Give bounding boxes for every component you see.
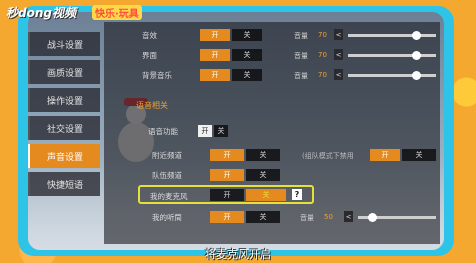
bgm-volume-value: 70 [318,71,327,79]
ui-volume-label: 音量 [294,52,308,60]
bgm-volume-label: 音量 [294,72,308,80]
ui-volume-decrease[interactable]: < [334,49,343,60]
help-icon[interactable]: ? [292,189,302,200]
sfx-volume-label: 音量 [294,32,308,40]
earpiece-off-toggle[interactable]: 关 [246,211,280,223]
video-caption: 将麦克风开启 [205,248,271,261]
team-mode-note: (组队模式下禁用 [302,152,354,160]
settings-sidebar: 战斗设置 画质设置 操作设置 社交设置 声音设置 快捷短语 [28,30,100,230]
bgm-volume-decrease[interactable]: < [334,69,343,80]
voice-function-on-toggle[interactable]: 开 [198,125,212,137]
sfx-slider-handle[interactable] [412,31,421,40]
my-earpiece-label: 我的听筒 [152,213,182,222]
team-off-toggle[interactable]: 关 [246,169,280,181]
sfx-off-toggle[interactable]: 关 [232,29,262,41]
sidebar-item-sound[interactable]: 声音设置 [28,144,100,168]
nearby-off-toggle[interactable]: 关 [246,149,280,161]
sidebar-item-combat[interactable]: 战斗设置 [28,32,100,56]
bgm-on-toggle[interactable]: 开 [200,69,230,81]
voice-function-label: 语音功能 [148,127,178,136]
mode-off-toggle[interactable]: 关 [402,149,436,161]
ui-sound-label: 界面 [142,51,157,60]
team-on-toggle[interactable]: 开 [210,169,244,181]
bgm-volume-slider[interactable] [348,74,436,77]
ui-sound-off-toggle[interactable]: 关 [232,49,262,61]
brand-badge: 快乐·玩具 [92,5,142,20]
voice-section-title: 语音相关 [136,101,168,110]
bgm-slider-handle[interactable] [412,71,421,80]
nearby-channel-label: 附近频道 [152,151,182,160]
sfx-volume-decrease[interactable]: < [334,29,343,40]
sidebar-item-quick-phrases[interactable]: 快捷短语 [28,172,100,196]
mic-on-toggle[interactable]: 开 [210,189,244,201]
sfx-volume-slider[interactable] [348,34,436,37]
site-logo: 秒dong视频 [6,6,76,20]
mode-on-toggle[interactable]: 开 [370,149,400,161]
nearby-on-toggle[interactable]: 开 [210,149,244,161]
ui-volume-value: 70 [318,51,327,59]
earpiece-on-toggle[interactable]: 开 [210,211,244,223]
earpiece-volume-value: 50 [324,213,333,221]
bgm-off-toggle[interactable]: 关 [232,69,262,81]
my-microphone-label: 我的麦克风 [150,192,188,201]
ui-slider-handle[interactable] [412,51,421,60]
team-channel-label: 队伍频道 [152,171,182,180]
sfx-label: 音效 [142,31,157,40]
sidebar-item-graphics[interactable]: 画质设置 [28,60,100,84]
ui-volume-slider[interactable] [348,54,436,57]
sidebar-item-controls[interactable]: 操作设置 [28,88,100,112]
earpiece-volume-label: 音量 [300,214,314,222]
sfx-on-toggle[interactable]: 开 [200,29,230,41]
earpiece-slider-handle[interactable] [368,213,377,222]
mic-off-toggle[interactable]: 关 [246,189,286,201]
bgm-label: 背景音乐 [142,71,172,80]
sidebar-item-social[interactable]: 社交设置 [28,116,100,140]
sound-settings-panel: 音效 开 关 音量 70 < 界面 开 关 音量 70 < 背景音乐 开 关 音… [104,22,440,244]
ui-sound-on-toggle[interactable]: 开 [200,49,230,61]
earpiece-volume-decrease[interactable]: < [344,211,353,222]
voice-function-off-toggle[interactable]: 关 [214,125,228,137]
sfx-volume-value: 70 [318,31,327,39]
